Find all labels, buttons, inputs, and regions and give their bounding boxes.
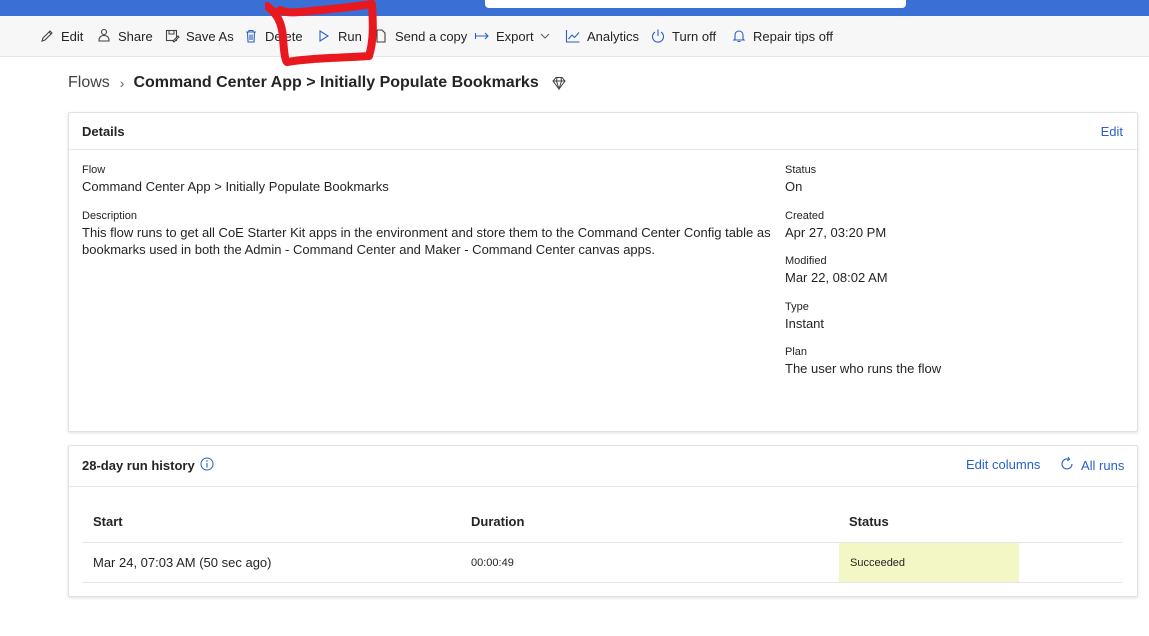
status-label: Status [785,164,817,176]
breadcrumb: Flows › Command Center App > Initially P… [68,72,567,94]
edit-columns-link[interactable]: Edit columns [966,457,1040,472]
details-card: Details Edit Flow Command Center App > I… [68,112,1138,432]
breadcrumb-flows-link[interactable]: Flows [68,74,110,92]
analytics-label: Analytics [587,28,640,44]
modified-value: Mar 22, 08:02 AM [785,270,888,285]
description-line-1: This flow runs to get all CoE Starter Ki… [82,225,771,240]
delete-label: Delete [265,28,303,44]
flow-value: Command Center App > Initially Populate … [82,179,389,194]
bell-icon [731,28,747,44]
edit-button[interactable]: Edit [39,16,83,56]
document-icon [373,28,389,44]
trash-icon [243,28,259,44]
share-label: Share [118,28,153,44]
run-label: Run [338,28,362,44]
line-chart-icon [565,28,581,44]
description-line-2: bookmarks used in both the Admin - Comma… [82,242,655,257]
details-title: Details [82,124,125,139]
run-status-cell: Succeeded [839,543,1019,582]
plan-value: The user who runs the flow [785,361,942,376]
save-as-label: Save As [186,28,234,44]
export-button[interactable]: Export [474,16,550,56]
column-header-duration[interactable]: Duration [471,514,524,529]
type-value: Instant [785,316,825,331]
page-title: Command Center App > Initially Populate … [133,74,539,91]
analytics-button[interactable]: Analytics [565,16,639,56]
run-button[interactable]: Run [316,16,362,56]
run-duration-cell: 00:00:49 [471,556,514,569]
search-box-slot[interactable] [485,0,906,8]
column-header-status[interactable]: Status [849,514,889,529]
refresh-icon[interactable] [1059,456,1075,472]
flow-label: Flow [82,164,106,176]
play-icon [316,28,332,44]
top-header-bar [0,0,1149,16]
status-badge: Succeeded [850,556,906,569]
repair-tips-button[interactable]: Repair tips off [731,16,833,56]
send-copy-label: Send a copy [395,28,468,44]
info-icon[interactable] [200,457,214,471]
type-label: Type [785,301,809,313]
run-start-cell[interactable]: Mar 24, 07:03 AM (50 sec ago) [93,543,271,582]
description-label: Description [82,210,138,222]
send-copy-button[interactable]: Send a copy [373,16,467,56]
save-as-icon [164,28,180,44]
chevron-down-icon [540,28,550,44]
turn-off-label: Turn off [672,28,717,44]
table-header-row: Start Duration Status [82,504,1122,543]
modified-label: Modified [785,255,827,267]
run-history-title: 28-day run history [82,458,195,473]
status-value: On [785,179,803,194]
pencil-icon [39,28,55,44]
created-label: Created [785,210,825,222]
column-header-start[interactable]: Start [93,514,123,529]
delete-button[interactable]: Delete [243,16,303,56]
turn-off-button[interactable]: Turn off [650,16,716,56]
export-arrow-icon [474,28,490,44]
power-icon [650,28,666,44]
edit-label: Edit [61,28,84,44]
premium-diamond-icon [551,75,567,91]
share-icon [96,28,112,44]
export-label: Export [496,28,534,44]
plan-label: Plan [785,346,808,358]
details-edit-link[interactable]: Edit [1101,124,1123,139]
run-history-card: 28-day run history Edit columns All runs… [68,445,1138,597]
table-row[interactable]: Mar 24, 07:03 AM (50 sec ago) 00:00:49 S… [82,543,1122,583]
command-bar: Edit Share Save As Delete Run Send a cop… [0,16,1149,57]
chevron-right-icon: › [119,75,125,91]
details-header: Details Edit [69,113,1137,150]
all-runs-link[interactable]: All runs [1081,458,1124,473]
repair-tips-label: Repair tips off [753,28,833,44]
created-value: Apr 27, 03:20 PM [785,225,887,240]
share-button[interactable]: Share [96,16,153,56]
save-as-button[interactable]: Save As [164,16,234,56]
run-history-header: 28-day run history Edit columns All runs [69,446,1137,487]
